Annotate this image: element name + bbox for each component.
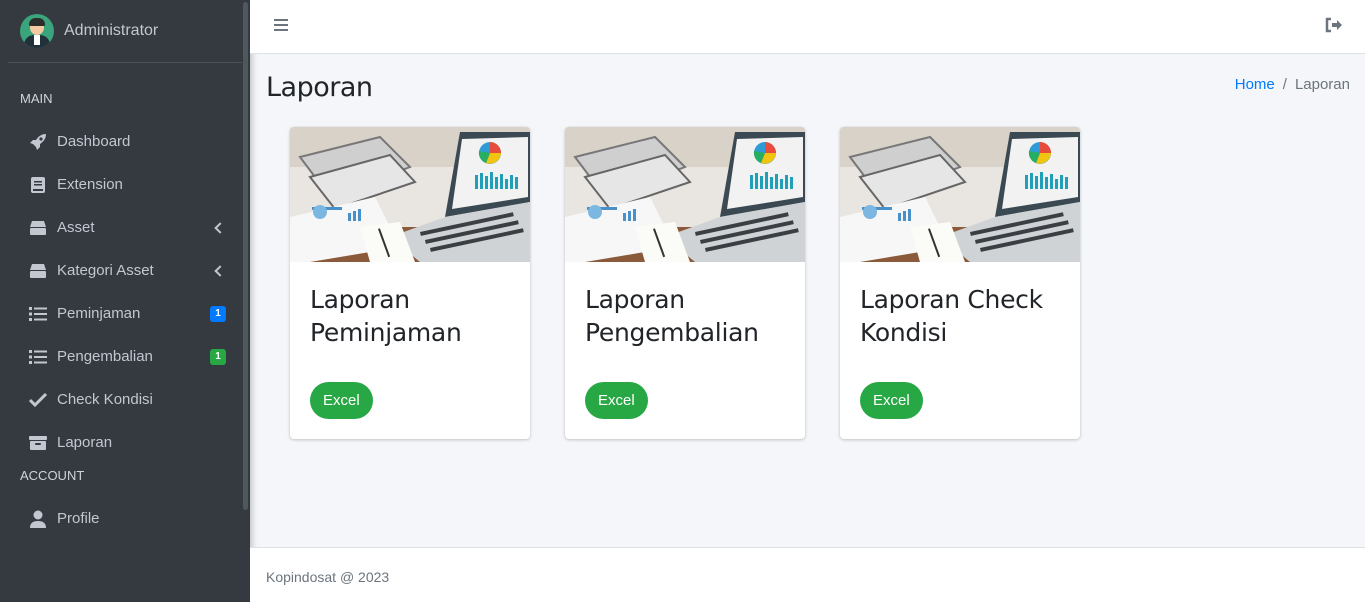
sidebar-item-label: Profile: [57, 510, 100, 527]
sidebar-item-extension[interactable]: Extension: [8, 163, 242, 206]
sidebar: Administrator MAIN Dashboard Extension A…: [0, 0, 250, 602]
hamburger-icon[interactable]: [274, 19, 288, 31]
list-icon: [28, 347, 48, 367]
footer: Kopindosat @ 2023: [250, 547, 1365, 602]
user-panel[interactable]: Administrator: [8, 0, 242, 63]
sidebar-item-profile[interactable]: Profile: [8, 497, 242, 540]
report-card-pengembalian: Laporan Pengembalian Excel: [565, 127, 805, 439]
sidebar-item-peminjaman[interactable]: Peminjaman 1: [8, 292, 242, 335]
sidebar-item-kategori-asset[interactable]: Kategori Asset: [8, 249, 242, 292]
card-title: Laporan Peminjaman: [310, 285, 462, 347]
nav-main-list: Dashboard Extension Asset Kategori Asset: [0, 120, 250, 464]
breadcrumb-home-link[interactable]: Home: [1235, 76, 1275, 93]
box-icon: [28, 218, 48, 238]
nav-header-main: MAIN: [20, 91, 53, 106]
sidebar-item-asset[interactable]: Asset: [8, 206, 242, 249]
excel-export-button[interactable]: Excel: [860, 382, 923, 419]
sidebar-item-label: Dashboard: [57, 133, 131, 150]
sidebar-item-label: Pengembalian: [57, 348, 153, 365]
report-card-check-kondisi: Laporan Check Kondisi Excel: [840, 127, 1080, 439]
sidebar-item-laporan[interactable]: Laporan: [8, 421, 242, 464]
page-title: Laporan: [266, 72, 373, 103]
sidebar-item-label: Check Kondisi: [57, 391, 153, 408]
report-image: [840, 127, 1080, 262]
sidebar-item-check-kondisi[interactable]: Check Kondisi: [8, 378, 242, 421]
sidebar-item-label: Asset: [57, 219, 95, 236]
count-badge: 1: [210, 305, 226, 322]
chevron-left-icon[interactable]: [214, 221, 226, 234]
breadcrumb-separator: /: [1282, 76, 1287, 93]
breadcrumb: Home / Laporan: [1235, 76, 1350, 93]
excel-export-button[interactable]: Excel: [585, 382, 648, 419]
sidebar-item-pengembalian[interactable]: Pengembalian 1: [8, 335, 242, 378]
sidebar-item-dashboard[interactable]: Dashboard: [8, 120, 242, 163]
nav-header-account: ACCOUNT: [20, 468, 85, 483]
report-image: [290, 127, 530, 262]
box-icon: [28, 261, 48, 281]
breadcrumb-current: Laporan: [1294, 76, 1350, 93]
list-icon: [28, 304, 48, 324]
user-name[interactable]: Administrator: [64, 22, 158, 40]
archive-icon: [28, 433, 48, 453]
top-navbar: [250, 0, 1365, 54]
user-icon: [28, 509, 48, 529]
report-image: [565, 127, 805, 262]
sidebar-scrollbar[interactable]: [243, 2, 248, 510]
check-icon: [28, 390, 48, 410]
card-title: Laporan Pengembalian: [585, 285, 759, 347]
chevron-left-icon[interactable]: [214, 264, 226, 277]
avatar: [20, 14, 54, 48]
report-card-peminjaman: Laporan Peminjaman Excel: [290, 127, 530, 439]
footer-copyright: Kopindosat @ 2023: [266, 569, 390, 585]
report-cards: Laporan Peminjaman Excel Laporan Pengemb…: [290, 127, 1080, 439]
sidebar-item-label: Laporan: [57, 434, 113, 451]
excel-export-button[interactable]: Excel: [310, 382, 373, 419]
nav-account-list: Profile: [0, 497, 250, 540]
sidebar-item-label: Kategori Asset: [57, 262, 154, 279]
sidebar-item-label: Extension: [57, 176, 123, 193]
book-icon: [28, 175, 48, 195]
rocket-icon: [28, 132, 48, 152]
sign-out-icon[interactable]: [1325, 17, 1343, 33]
content-header: Laporan Home / Laporan: [266, 70, 1350, 106]
card-title: Laporan Check Kondisi: [860, 285, 1043, 347]
count-badge: 1: [210, 348, 226, 365]
sidebar-item-label: Peminjaman: [57, 305, 141, 322]
